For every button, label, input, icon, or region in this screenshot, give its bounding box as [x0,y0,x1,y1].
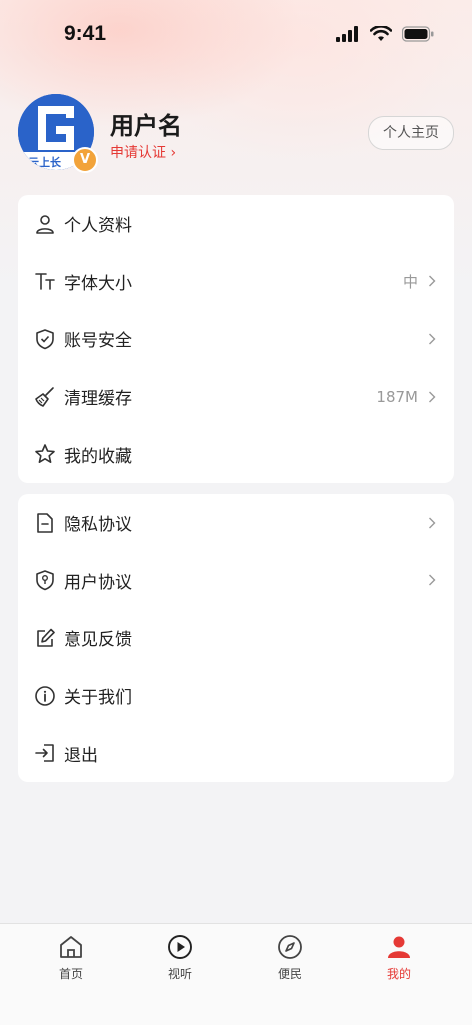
menu-item-user-agreement[interactable]: 用户协议 [18,552,454,610]
menu-item-logout[interactable]: 退出 [18,724,454,782]
menu-item-label: 个人资料 [64,216,132,237]
menu-item-label: 字体大小 [64,273,132,294]
menu-item-privacy-policy[interactable]: 隐私协议 [18,494,454,552]
tab-label: 视听 [167,967,192,981]
tab-label: 我的 [386,967,411,981]
play-icon [168,935,192,959]
menu-item-label: 意见反馈 [64,630,132,651]
menu-item-about-us[interactable]: 关于我们 [18,667,454,725]
menu-item-feedback[interactable]: 意见反馈 [18,609,454,667]
wifi-icon [370,26,392,41]
chevron-right-icon [429,574,436,586]
menu-item-clear-cache[interactable]: 清理缓存 187M [18,368,454,426]
tab-mine[interactable]: 我的 [364,934,434,982]
logout-icon [35,744,54,762]
menu-item-profile[interactable]: 个人资料 [18,195,454,253]
font-size-icon [35,273,55,291]
tab-label: 首页 [58,967,83,981]
bottom-tab-bar: 首页 视听 便民 我的 [0,923,472,1025]
tab-audiovisual[interactable]: 视听 [145,934,215,982]
menu-item-label: 退出 [64,745,98,766]
info-icon [35,685,55,706]
menu-item-label: 隐私协议 [64,515,132,536]
settings-card-1: 个人资料 字体大小 中 账号安全 清理缓存 187M 我的收藏 [18,195,454,483]
settings-card-2: 隐私协议 用户协议 意见反馈 关于我们 退出 [18,494,454,782]
document-icon [37,512,53,533]
edit-icon [37,628,55,647]
font-size-value: 中 [402,272,418,291]
verified-badge: V [72,147,98,173]
shield-user-icon [36,570,54,591]
status-icons [336,26,434,42]
cache-size-value: 187M [376,387,418,406]
chevron-right-icon [429,517,436,529]
personal-homepage-button[interactable]: 个人主页 [368,116,454,150]
profile-header: 云上长 V 用户名 申请认证 › 个人主页 [0,92,472,182]
chevron-right-icon [429,275,436,287]
home-icon [60,936,82,958]
menu-item-label: 用户协议 [64,572,132,593]
menu-item-label: 我的收藏 [64,446,132,467]
battery-icon [402,26,434,42]
tab-home[interactable]: 首页 [36,934,106,982]
tab-label: 便民 [277,967,302,981]
compass-icon [278,935,302,959]
user-icon [36,214,54,234]
chevron-right-icon [429,391,436,403]
menu-item-label: 关于我们 [64,688,132,709]
menu-item-label: 账号安全 [64,331,132,352]
chevron-right-icon [429,333,436,345]
cellular-signal-icon [336,26,358,42]
avatar-logo-text: 云上长 [28,155,62,169]
menu-item-favorites[interactable]: 我的收藏 [18,425,454,483]
status-time: 9:41 [64,22,107,45]
shield-check-icon [36,329,54,350]
star-icon [35,444,55,464]
status-bar: 9:41 [0,0,472,70]
username: 用户名 [110,112,182,140]
profile-icon [388,936,410,958]
tab-services[interactable]: 便民 [255,934,325,982]
menu-item-account-security[interactable]: 账号安全 [18,310,454,368]
menu-item-font-size[interactable]: 字体大小 中 [18,253,454,311]
broom-icon [35,386,54,407]
menu-item-label: 清理缓存 [64,389,132,410]
apply-verification-link[interactable]: 申请认证 › [110,142,176,162]
